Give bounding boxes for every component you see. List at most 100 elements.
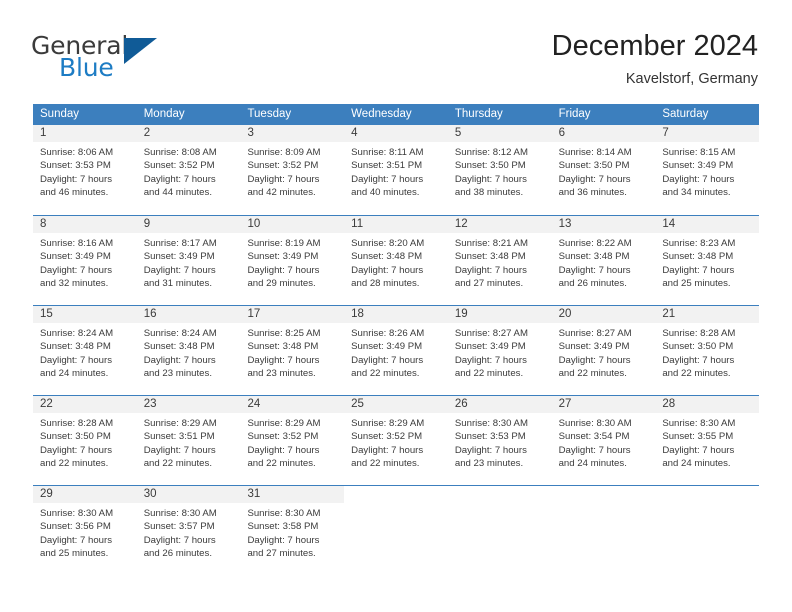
day-number: 15 [33,306,137,323]
day-cell[interactable]: 25 Sunrise: 8:29 AM Sunset: 3:52 PM Dayligh… [344,396,448,485]
daylight-text-line1: Daylight: 7 hours [247,173,320,185]
day-cell[interactable]: 16 Sunrise: 8:24 AM Sunset: 3:48 PM Dayligh… [136,306,241,395]
daylight-text-line1: Daylight: 7 hours [662,173,735,185]
title-block: December 2024 Kavelstorf, Germany [552,28,758,87]
sunrise-text: Sunrise: 8:27 AM [454,328,528,339]
daylight-text-line1: Daylight: 7 hours [454,444,527,456]
day-cell[interactable]: 30 Sunrise: 8:30 AM Sunset: 3:57 PM Dayligh… [136,486,241,575]
daylight-text-line2: and 24 minutes. [40,368,109,380]
daylight-text-line2: and 22 minutes. [351,458,420,470]
day-details: Sunrise: 8:29 AM Sunset: 3:52 PM Daylight:… [344,413,448,471]
sunset-text: Sunset: 3:49 PM [40,251,111,263]
sunset-text: Sunset: 3:50 PM [454,160,526,172]
sunset-text: Sunset: 3:56 PM [40,521,111,533]
sunrise-text: Sunrise: 8:06 AM [40,147,114,158]
day-cell[interactable]: 24 Sunrise: 8:29 AM Sunset: 3:52 PM Dayligh… [240,396,345,485]
day-cell[interactable]: 3 Sunrise: 8:09 AM Sunset: 3:52 PM Daylight… [240,125,345,215]
daylight-text-line2: and 28 minutes. [351,278,420,290]
sunrise-text: Sunrise: 8:11 AM [351,147,424,158]
sunrise-text: Sunrise: 8:30 AM [247,508,321,519]
daylight-text-line1: Daylight: 7 hours [558,264,631,276]
day-cell[interactable]: 29 Sunrise: 8:30 AM Sunset: 3:56 PM Dayligh… [33,486,137,575]
day-cell[interactable]: 1 Sunrise: 8:06 AM Sunset: 3:53 PM Daylight… [33,125,137,215]
daylight-text-line2: and 22 minutes. [558,368,627,380]
daylight-text-line1: Daylight: 7 hours [40,534,112,546]
day-cell[interactable]: 8 Sunrise: 8:16 AM Sunset: 3:49 PM Daylight… [33,216,137,305]
day-number: 22 [33,396,137,413]
weekday-header-friday: Friday [558,108,591,120]
daylight-text-line2: and 31 minutes. [143,278,212,290]
calendar-page: General Blue December 2024 Kavelstorf, G… [0,0,792,612]
day-cell[interactable]: 13 Sunrise: 8:22 AM Sunset: 3:48 PM Dayligh… [551,216,656,305]
daylight-text-line2: and 27 minutes. [454,278,524,290]
day-number: 17 [240,306,345,323]
day-cell[interactable]: 11 Sunrise: 8:20 AM Sunset: 3:48 PM Dayligh… [344,216,448,305]
day-details: Sunrise: 8:24 AM Sunset: 3:48 PM Daylight:… [33,323,137,381]
daylight-text-line2: and 25 minutes. [40,548,109,560]
day-cell[interactable]: 20 Sunrise: 8:27 AM Sunset: 3:49 PM Dayligh… [551,306,656,395]
day-number: 4 [344,125,448,142]
sunrise-text: Sunrise: 8:24 AM [40,328,114,339]
day-details: Sunrise: 8:27 AM Sunset: 3:49 PM Daylight:… [448,323,552,381]
day-details: Sunrise: 8:29 AM Sunset: 3:51 PM Daylight:… [137,413,241,471]
day-cell[interactable]: 27 Sunrise: 8:30 AM Sunset: 3:54 PM Dayligh… [551,396,656,485]
week-row: 22 Sunrise: 8:28 AM Sunset: 3:50 PM Dayligh… [33,395,760,485]
sunset-text: Sunset: 3:48 PM [143,341,215,353]
generalblue-logo[interactable]: General Blue [31,28,161,84]
day-details [655,503,759,507]
daylight-text-line1: Daylight: 7 hours [247,534,320,546]
sunrise-text: Sunrise: 8:27 AM [558,328,632,339]
day-number: 11 [344,216,448,233]
day-cell-empty [551,486,656,575]
sunrise-text: Sunrise: 8:09 AM [247,147,321,158]
day-cell[interactable]: 7 Sunrise: 8:15 AM Sunset: 3:49 PM Daylight… [655,125,760,215]
day-cell[interactable]: 6 Sunrise: 8:14 AM Sunset: 3:50 PM Daylight… [551,125,656,215]
day-cell[interactable]: 22 Sunrise: 8:28 AM Sunset: 3:50 PM Dayligh… [33,396,137,485]
sunrise-text: Sunrise: 8:30 AM [558,418,632,429]
day-cell[interactable]: 2 Sunrise: 8:08 AM Sunset: 3:52 PM Daylight… [136,125,241,215]
sunset-text: Sunset: 3:49 PM [662,160,734,172]
day-details: Sunrise: 8:30 AM Sunset: 3:55 PM Daylight:… [655,413,759,471]
daylight-text-line2: and 46 minutes. [40,187,109,199]
day-details: Sunrise: 8:12 AM Sunset: 3:50 PM Daylight:… [448,142,552,200]
daylight-text-line2: and 34 minutes. [662,187,731,199]
calendar-grid: Sunday Monday Tuesday Wednesday Thursday Frid… [33,104,760,575]
day-cell[interactable]: 17 Sunrise: 8:25 AM Sunset: 3:48 PM Dayligh… [240,306,345,395]
day-number: 5 [447,125,552,142]
day-cell[interactable]: 12 Sunrise: 8:21 AM Sunset: 3:48 PM Dayligh… [447,216,552,305]
day-number [344,486,448,503]
calendar-weeks: 1 Sunrise: 8:06 AM Sunset: 3:53 PM Daylight… [33,125,760,575]
day-details: Sunrise: 8:16 AM Sunset: 3:49 PM Daylight:… [33,233,137,291]
sunrise-text: Sunrise: 8:21 AM [454,238,528,249]
daylight-text-line1: Daylight: 7 hours [247,354,320,366]
day-cell[interactable]: 14 Sunrise: 8:23 AM Sunset: 3:48 PM Dayligh… [655,216,760,305]
day-cell[interactable]: 15 Sunrise: 8:24 AM Sunset: 3:48 PM Dayligh… [33,306,137,395]
day-cell[interactable]: 23 Sunrise: 8:29 AM Sunset: 3:51 PM Dayligh… [136,396,241,485]
day-cell[interactable]: 31 Sunrise: 8:30 AM Sunset: 3:58 PM Dayligh… [240,486,345,575]
sunrise-text: Sunrise: 8:30 AM [454,418,528,429]
day-cell[interactable]: 5 Sunrise: 8:12 AM Sunset: 3:50 PM Daylight… [447,125,552,215]
day-cell[interactable]: 10 Sunrise: 8:19 AM Sunset: 3:49 PM Dayligh… [240,216,345,305]
day-details: Sunrise: 8:28 AM Sunset: 3:50 PM Daylight:… [33,413,137,471]
day-cell[interactable]: 21 Sunrise: 8:28 AM Sunset: 3:50 PM Dayligh… [655,306,760,395]
day-details: Sunrise: 8:15 AM Sunset: 3:49 PM Daylight:… [655,142,759,200]
daylight-text-line1: Daylight: 7 hours [351,264,424,276]
day-cell[interactable]: 19 Sunrise: 8:27 AM Sunset: 3:49 PM Dayligh… [447,306,552,395]
sunset-text: Sunset: 3:57 PM [143,521,215,533]
day-number: 26 [447,396,552,413]
day-cell[interactable]: 18 Sunrise: 8:26 AM Sunset: 3:49 PM Dayligh… [344,306,448,395]
sunset-text: Sunset: 3:49 PM [143,251,215,263]
day-cell-empty [655,486,760,575]
day-cell[interactable]: 4 Sunrise: 8:11 AM Sunset: 3:51 PM Daylight… [344,125,448,215]
sunset-text: Sunset: 3:58 PM [247,521,319,533]
day-details: Sunrise: 8:28 AM Sunset: 3:50 PM Daylight:… [655,323,759,381]
day-cell[interactable]: 9 Sunrise: 8:17 AM Sunset: 3:49 PM Daylight… [136,216,241,305]
day-details: Sunrise: 8:30 AM Sunset: 3:54 PM Daylight:… [552,413,656,471]
daylight-text-line1: Daylight: 7 hours [40,354,112,366]
daylight-text-line1: Daylight: 7 hours [558,354,631,366]
day-number: 24 [240,396,345,413]
daylight-text-line2: and 24 minutes. [662,458,731,470]
sunrise-text: Sunrise: 8:22 AM [558,238,632,249]
day-cell[interactable]: 28 Sunrise: 8:30 AM Sunset: 3:55 PM Dayligh… [655,396,760,485]
day-cell[interactable]: 26 Sunrise: 8:30 AM Sunset: 3:53 PM Dayligh… [447,396,552,485]
